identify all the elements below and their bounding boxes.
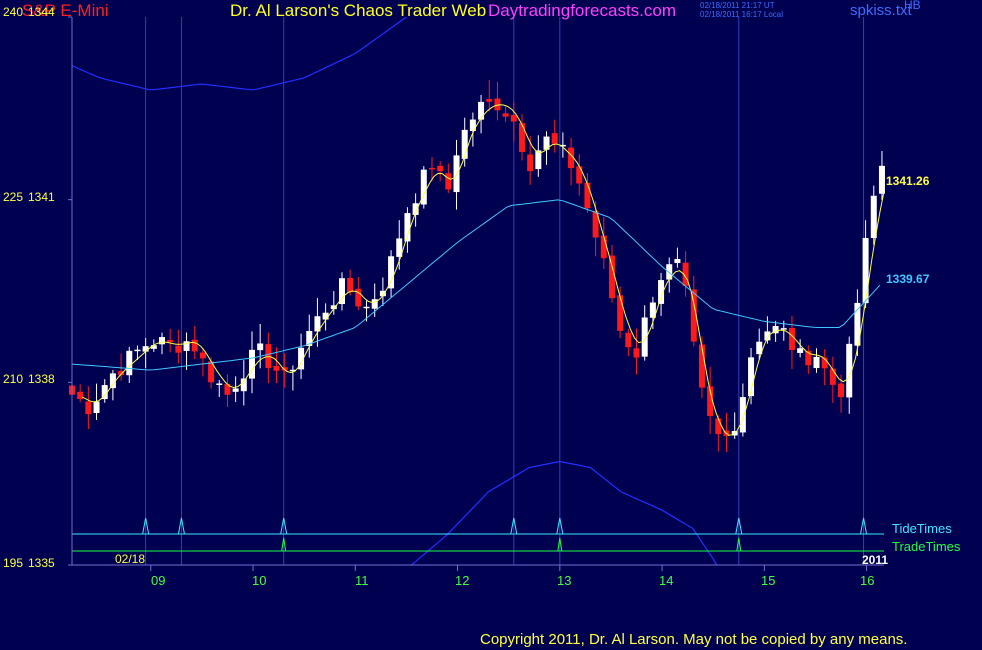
candle-body: [739, 397, 746, 433]
candle-body: [126, 350, 133, 376]
x-tick-label: 16: [860, 573, 875, 588]
candle-body: [486, 99, 493, 102]
candle-body: [788, 327, 795, 350]
slow-ma-value: 1339.67: [886, 272, 930, 286]
candle-body: [518, 123, 525, 152]
candle-body: [347, 278, 354, 293]
candle-body: [248, 349, 255, 379]
candle-body: [698, 344, 705, 388]
time-ut: 02/18/2011 21:17 UT: [700, 1, 775, 10]
candle-body: [232, 388, 239, 392]
candle-body: [797, 348, 804, 353]
y-tick-label: 240: [3, 5, 24, 19]
y-tick-price: 1335: [28, 556, 55, 570]
candle-body: [428, 167, 435, 170]
candle-body: [502, 113, 509, 117]
candle-body: [527, 154, 534, 172]
candle-body: [478, 101, 485, 120]
candle-body: [322, 312, 329, 320]
y-tick-label: 225: [3, 190, 24, 204]
candle-body: [158, 337, 165, 345]
y-tick-price: 1341: [28, 190, 55, 204]
candle-body: [600, 235, 607, 259]
x-tick-label: 09: [151, 573, 166, 588]
candle-body: [551, 133, 558, 144]
candle-body: [273, 365, 280, 371]
candle-body: [265, 344, 272, 369]
candle-body: [257, 343, 264, 351]
candle-body: [674, 259, 681, 264]
y-tick-label: 210: [3, 372, 24, 386]
candle-body: [363, 306, 370, 309]
candle-body: [510, 115, 517, 122]
time-local: 02/18/2011 16:17 Local: [700, 10, 784, 19]
x-tick-label: 12: [455, 573, 470, 588]
candle-body: [445, 173, 452, 190]
price-chart: [0, 0, 982, 650]
candle-body: [101, 385, 108, 400]
candle-body: [878, 165, 885, 194]
candle-body: [85, 401, 92, 415]
chart-background: [0, 0, 982, 650]
candle-body: [199, 352, 206, 359]
candle-body: [829, 368, 836, 385]
fast-ma-value: 1341.26: [886, 174, 930, 188]
candle-body: [813, 356, 820, 369]
candle-body: [715, 418, 722, 435]
candle-body: [93, 401, 100, 413]
chart-title: Dr. Al Larson's Chaos Trader Web: [230, 1, 487, 20]
candle-body: [625, 332, 632, 348]
copyright-notice: Copyright 2011, Dr. Al Larson. May not b…: [480, 631, 908, 648]
x-tick-label: 13: [557, 573, 572, 588]
candle-body: [388, 256, 395, 289]
candle-body: [576, 166, 583, 184]
candle-body: [437, 165, 444, 172]
date-label: 02/18: [115, 552, 146, 566]
candle-body: [216, 383, 223, 385]
candle-body: [134, 349, 141, 352]
candle-body: [371, 299, 378, 309]
x-tick-label: 15: [761, 573, 776, 588]
site-link[interactable]: Daytradingforecasts.com: [488, 1, 676, 21]
candle-body: [77, 391, 84, 399]
trade-times-legend: TradeTimes: [892, 539, 961, 554]
tide-times-legend: TideTimes: [892, 521, 952, 536]
candle-body: [838, 383, 845, 398]
candle-body: [780, 328, 787, 330]
candle-body: [191, 339, 198, 352]
x-tick-label: 10: [252, 573, 267, 588]
x-tick-label: 11: [355, 573, 369, 588]
candle-body: [633, 348, 640, 358]
candle-body: [608, 255, 615, 299]
candle-body: [142, 346, 149, 352]
y-tick-label: 195: [3, 556, 24, 570]
y-tick-price: 1338: [28, 372, 55, 386]
candle-body: [584, 182, 591, 209]
candle-body: [175, 345, 182, 353]
candle-body: [862, 238, 869, 304]
x-tick-label: 14: [659, 573, 674, 588]
y-tick-price: 1344: [28, 5, 55, 19]
year-label: 2011: [862, 553, 889, 567]
candle-body: [617, 295, 624, 331]
candle-body: [167, 339, 174, 343]
file-name: spkiss.txt: [850, 2, 912, 19]
